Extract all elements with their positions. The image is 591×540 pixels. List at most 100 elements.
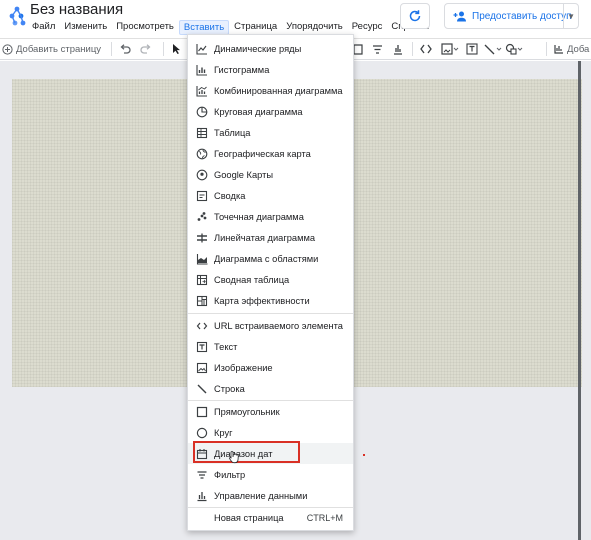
menu-item-label: Новая страница bbox=[214, 512, 284, 523]
image-button[interactable] bbox=[441, 39, 459, 59]
menu-page[interactable]: Страница bbox=[230, 20, 281, 35]
add-data-icon bbox=[554, 45, 563, 54]
embed-button[interactable] bbox=[420, 39, 432, 59]
line-button[interactable] bbox=[484, 39, 504, 59]
share-button-label: Предоставить доступ bbox=[472, 10, 572, 22]
menu-item-label: Строка bbox=[214, 383, 245, 394]
menu-item-combo-chart[interactable]: Комбинированная диаграмма bbox=[188, 80, 353, 101]
menu-item-label: Таблица bbox=[214, 127, 251, 138]
redo-button[interactable] bbox=[140, 39, 152, 59]
menu-item-label: Диаграмма с областями bbox=[214, 253, 319, 264]
line-icon bbox=[484, 44, 502, 55]
add-data-button[interactable]: Доба bbox=[553, 39, 589, 59]
refresh-button[interactable] bbox=[400, 3, 430, 29]
menu-item-pivot-table[interactable]: Сводная таблица bbox=[188, 269, 353, 290]
pie-chart-icon bbox=[196, 106, 208, 118]
menu-item-label: Точечная диаграмма bbox=[214, 211, 304, 222]
menu-item-label: Комбинированная диаграмма bbox=[214, 85, 343, 96]
undo-button[interactable] bbox=[119, 39, 131, 59]
add-page-button[interactable]: Добавить страницу bbox=[2, 39, 101, 59]
text-box-icon bbox=[466, 43, 478, 55]
menu-item-circle[interactable]: Круг bbox=[188, 422, 353, 443]
menu-item-label: Линейчатая диаграмма bbox=[214, 232, 316, 243]
rectangle-icon bbox=[196, 406, 208, 418]
menu-item-bar-chart[interactable]: Гистограмма bbox=[188, 59, 353, 80]
text-icon bbox=[196, 341, 208, 353]
menu-item-embed-url[interactable]: URL встраиваемого элемента bbox=[188, 315, 353, 336]
menu-item-data-control[interactable]: Управление данными bbox=[188, 485, 353, 506]
menu-item-label: Google Карты bbox=[214, 169, 274, 180]
menu-item-table[interactable]: Таблица bbox=[188, 122, 353, 143]
menu-item-image[interactable]: Изображение bbox=[188, 357, 353, 378]
filter-control-button[interactable] bbox=[372, 39, 383, 59]
menu-item-geo-map[interactable]: Географическая карта bbox=[188, 143, 353, 164]
embed-code-icon bbox=[420, 44, 432, 54]
add-page-label: Добавить страницу bbox=[16, 43, 102, 55]
scatter-chart-icon bbox=[196, 211, 208, 223]
menu-item-label: Круговая диаграмма bbox=[214, 106, 303, 117]
data-control-icon bbox=[394, 45, 402, 55]
vertical-scrollbar[interactable] bbox=[578, 61, 581, 540]
share-button[interactable]: Предоставить доступ ▼ bbox=[444, 3, 579, 29]
data-control-button[interactable] bbox=[392, 39, 404, 59]
add-page-icon bbox=[2, 43, 13, 55]
new-page-shortcut: CTRL+M bbox=[306, 512, 343, 523]
report-title[interactable]: Без названия bbox=[30, 1, 123, 18]
menu-item-label: URL встраиваемого элемента bbox=[214, 320, 343, 331]
hand-cursor-icon bbox=[229, 451, 239, 464]
menu-item-label: Текст bbox=[214, 341, 238, 352]
image-icon bbox=[441, 43, 459, 55]
menu-resource[interactable]: Ресурс bbox=[348, 20, 387, 35]
menu-item-label: Управление данными bbox=[214, 490, 308, 501]
menu-divider bbox=[188, 313, 353, 314]
menu-item-treemap[interactable]: Карта эффективности bbox=[188, 290, 353, 311]
menu-item-rectangle[interactable]: Прямоугольник bbox=[188, 401, 353, 422]
circle-icon bbox=[196, 427, 208, 439]
filter-icon bbox=[196, 469, 208, 481]
table-icon bbox=[196, 127, 208, 139]
toolbar-divider bbox=[163, 42, 164, 56]
menu-item-scorecard[interactable]: Сводка bbox=[188, 185, 353, 206]
menu-file[interactable]: Файл bbox=[28, 20, 59, 35]
menu-insert[interactable]: Вставить bbox=[178, 20, 230, 35]
highlight-box bbox=[193, 441, 300, 463]
redo-icon bbox=[140, 44, 151, 54]
globe-icon bbox=[196, 148, 208, 160]
menu-item-label: Изображение bbox=[214, 362, 273, 373]
shape-button[interactable] bbox=[505, 39, 525, 59]
menu-item-area-chart[interactable]: Диаграмма с областями bbox=[188, 248, 353, 269]
toolbar-divider bbox=[546, 42, 547, 56]
scorecard-icon bbox=[196, 190, 208, 202]
share-divider bbox=[563, 4, 564, 28]
looker-studio-logo[interactable] bbox=[6, 5, 28, 27]
menu-item-label: Сводная таблица bbox=[214, 274, 290, 285]
menu-item-filter[interactable]: Фильтр bbox=[188, 464, 353, 485]
toolbar-divider bbox=[111, 42, 112, 56]
select-tool-button[interactable] bbox=[172, 39, 182, 59]
menu-item-label: Круг bbox=[214, 427, 233, 438]
undo-icon bbox=[120, 44, 131, 54]
menu-item-new-page[interactable]: Новая страница CTRL+M bbox=[188, 507, 353, 528]
menu-item-pie-chart[interactable]: Круговая диаграмма bbox=[188, 101, 353, 122]
refresh-icon bbox=[409, 10, 421, 22]
bullet-chart-icon bbox=[196, 232, 208, 244]
annotation-dot bbox=[363, 454, 365, 456]
data-control-icon bbox=[196, 490, 208, 502]
menu-item-label: Географическая карта bbox=[214, 148, 311, 159]
area-chart-icon bbox=[196, 253, 208, 265]
menu-item-timeseries[interactable]: Динамические ряды bbox=[188, 38, 353, 59]
menu-arrange[interactable]: Упорядочить bbox=[282, 20, 347, 35]
menu-item-scatter-chart[interactable]: Точечная диаграмма bbox=[188, 206, 353, 227]
menu-edit[interactable]: Изменить bbox=[60, 20, 111, 35]
menu-view[interactable]: Просмотреть bbox=[112, 20, 178, 35]
toolbar-divider bbox=[412, 42, 413, 56]
menu-item-google-maps[interactable]: Google Карты bbox=[188, 164, 353, 185]
menu-item-line[interactable]: Строка bbox=[188, 378, 353, 399]
text-button[interactable] bbox=[466, 39, 478, 59]
treemap-icon bbox=[196, 295, 208, 307]
chart-type-button[interactable] bbox=[353, 39, 363, 59]
bar-chart-icon bbox=[353, 44, 363, 55]
share-dropdown-arrow-icon[interactable]: ▼ bbox=[567, 12, 575, 21]
menu-item-bullet-chart[interactable]: Линейчатая диаграмма bbox=[188, 227, 353, 248]
menu-item-text[interactable]: Текст bbox=[188, 336, 353, 357]
